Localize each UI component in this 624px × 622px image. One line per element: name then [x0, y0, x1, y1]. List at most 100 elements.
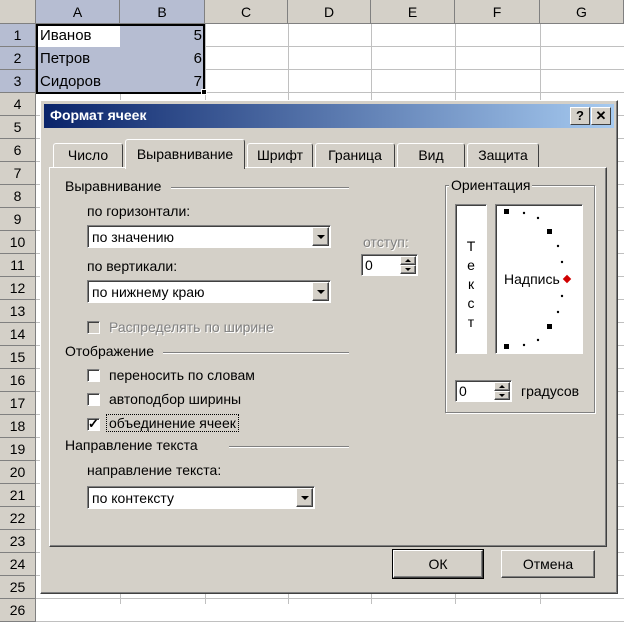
- degrees-spinner[interactable]: 0: [455, 380, 512, 402]
- tab-protection[interactable]: Защита: [467, 143, 539, 167]
- row-header[interactable]: 1: [0, 24, 36, 47]
- merge-label: объединение ячеек: [106, 414, 239, 432]
- indent-label: отступ:: [363, 234, 409, 250]
- dial-dot: [536, 338, 540, 342]
- row-header[interactable]: 11: [0, 254, 36, 277]
- vertical-select-value: по нижнему краю: [92, 284, 205, 300]
- horizontal-label: по горизонтали:: [87, 203, 191, 219]
- column-header[interactable]: E: [371, 0, 455, 24]
- dial-pointer[interactable]: [562, 274, 572, 284]
- dialog-titlebar[interactable]: Формат ячеек ? ✕: [44, 104, 614, 128]
- tab-view[interactable]: Вид: [397, 143, 465, 167]
- row-header[interactable]: 16: [0, 369, 36, 392]
- degrees-label: градусов: [521, 383, 580, 399]
- gridline: [36, 598, 624, 599]
- vertical-text-char: с: [467, 295, 475, 311]
- vertical-text-char: т: [467, 314, 475, 330]
- dial-dot: [556, 310, 560, 314]
- selection-border: [36, 24, 205, 94]
- vertical-label: по вертикали:: [87, 258, 178, 274]
- row-header[interactable]: 12: [0, 277, 36, 300]
- horizontal-select[interactable]: по значению: [87, 225, 331, 248]
- row-header[interactable]: 7: [0, 162, 36, 185]
- wrap-label: переносить по словам: [109, 367, 255, 383]
- direction-label: направление текста:: [87, 462, 222, 478]
- dial-dot: [556, 244, 560, 248]
- row-header[interactable]: 21: [0, 484, 36, 507]
- format-cells-dialog: Формат ячеек ? ✕ Число Выравнивание Шриф…: [40, 100, 618, 594]
- row-header[interactable]: 19: [0, 438, 36, 461]
- dial-dot: [560, 260, 564, 264]
- direction-section-title: Направление текста: [65, 437, 198, 453]
- chevron-down-icon[interactable]: [296, 488, 313, 507]
- chevron-down-icon[interactable]: [312, 227, 329, 246]
- column-header[interactable]: C: [205, 0, 288, 24]
- tab-number[interactable]: Число: [53, 143, 123, 167]
- column-header[interactable]: B: [120, 0, 205, 24]
- row-header[interactable]: 4: [0, 93, 36, 116]
- dial-marker: [547, 229, 552, 234]
- display-section-title: Отображение: [65, 343, 155, 359]
- ok-button[interactable]: ОК: [392, 549, 484, 579]
- row-header[interactable]: 20: [0, 461, 36, 484]
- row-header[interactable]: 8: [0, 185, 36, 208]
- spin-up-icon[interactable]: [400, 256, 416, 265]
- tab-alignment[interactable]: Выравнивание: [125, 139, 245, 169]
- alignment-section-title: Выравнивание: [65, 178, 162, 194]
- vertical-text-box[interactable]: Т е к с т: [455, 204, 487, 354]
- checkmark-icon: ✓: [88, 416, 99, 431]
- column-header[interactable]: G: [540, 0, 624, 24]
- chevron-down-icon[interactable]: [312, 282, 329, 301]
- shrink-checkbox[interactable]: [87, 393, 100, 406]
- row-header[interactable]: 6: [0, 139, 36, 162]
- spin-up-icon[interactable]: [494, 382, 510, 391]
- orientation-section-title: Ориентация: [449, 177, 533, 193]
- row-header[interactable]: 10: [0, 231, 36, 254]
- row-header[interactable]: 25: [0, 576, 36, 599]
- row-header[interactable]: 3: [0, 70, 36, 93]
- distributed-label: Распределять по ширине: [109, 319, 274, 335]
- vertical-text-char: е: [467, 257, 475, 273]
- row-header[interactable]: 2: [0, 47, 36, 70]
- row-header[interactable]: 18: [0, 415, 36, 438]
- column-header[interactable]: F: [455, 0, 540, 24]
- row-header[interactable]: 5: [0, 116, 36, 139]
- dial-label: Надпись: [504, 271, 560, 287]
- tab-font[interactable]: Шрифт: [247, 143, 313, 167]
- dial-marker: [504, 344, 509, 349]
- row-header[interactable]: 17: [0, 392, 36, 415]
- indent-spinner[interactable]: 0: [361, 254, 418, 276]
- distributed-checkbox[interactable]: [87, 321, 100, 334]
- shrink-label: автоподбор ширины: [109, 391, 242, 407]
- select-all-corner[interactable]: [0, 0, 36, 24]
- spin-down-icon[interactable]: [494, 391, 510, 400]
- fill-handle[interactable]: [201, 89, 207, 95]
- dial-dot: [560, 294, 564, 298]
- direction-select[interactable]: по контексту: [87, 486, 315, 509]
- row-header[interactable]: 9: [0, 208, 36, 231]
- display-divider: [163, 352, 349, 354]
- dialog-title: Формат ячеек: [50, 107, 147, 123]
- close-button[interactable]: ✕: [591, 107, 611, 125]
- row-header[interactable]: 15: [0, 346, 36, 369]
- alignment-divider: [171, 187, 349, 189]
- merge-checkbox[interactable]: ✓: [87, 416, 100, 431]
- direction-select-value: по контексту: [92, 490, 174, 506]
- wrap-checkbox[interactable]: [87, 369, 100, 382]
- column-header[interactable]: D: [288, 0, 371, 24]
- column-header[interactable]: A: [36, 0, 120, 24]
- spin-down-icon[interactable]: [400, 265, 416, 274]
- dial-dot: [522, 343, 526, 347]
- row-header[interactable]: 24: [0, 553, 36, 576]
- row-header[interactable]: 26: [0, 599, 36, 622]
- row-header[interactable]: 23: [0, 530, 36, 553]
- help-button[interactable]: ?: [570, 107, 590, 125]
- row-header[interactable]: 13: [0, 300, 36, 323]
- orientation-dial[interactable]: Надпись: [495, 204, 583, 354]
- vertical-select[interactable]: по нижнему краю: [87, 280, 331, 303]
- cancel-button[interactable]: Отмена: [501, 550, 595, 578]
- horizontal-select-value: по значению: [92, 229, 175, 245]
- row-header[interactable]: 14: [0, 323, 36, 346]
- row-header[interactable]: 22: [0, 507, 36, 530]
- tab-border[interactable]: Граница: [315, 143, 395, 167]
